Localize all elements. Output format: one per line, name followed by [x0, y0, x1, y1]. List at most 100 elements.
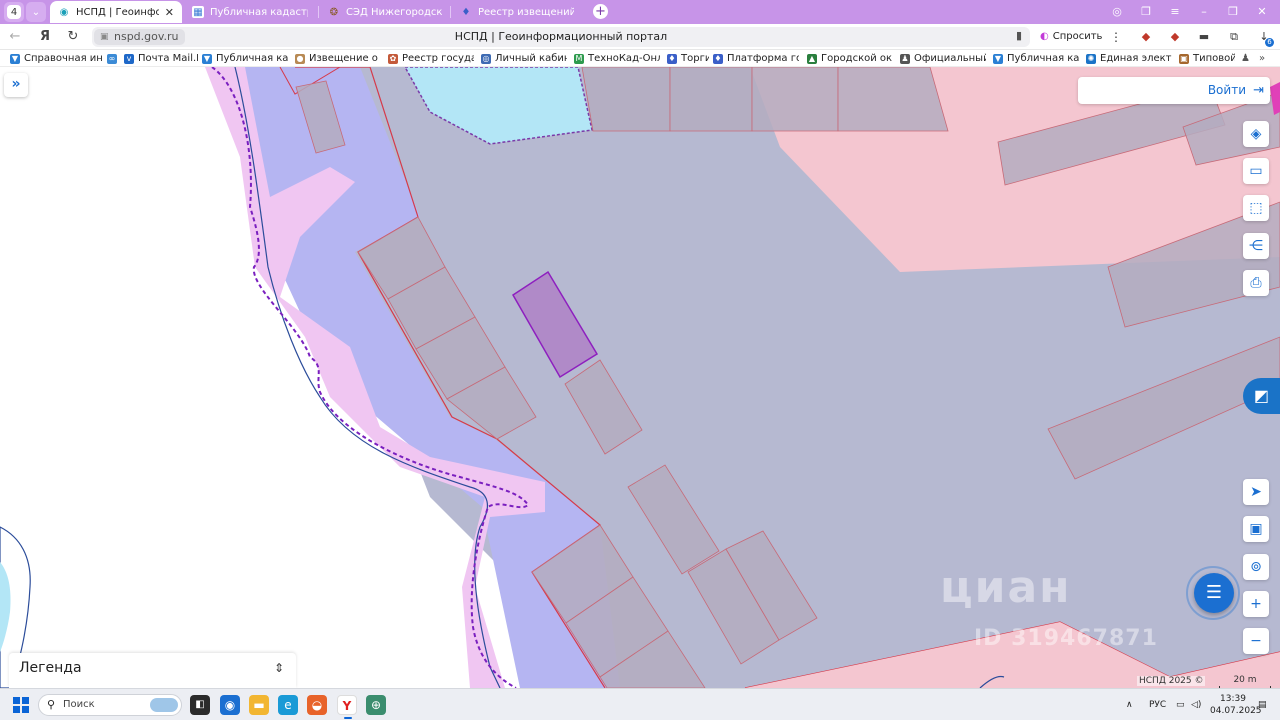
app-icon[interactable]: ◉ — [220, 695, 240, 715]
restore-icon[interactable]: ❒ — [1224, 3, 1242, 21]
gosuslugi-icon: ◩ — [1253, 386, 1270, 405]
bookmark-item[interactable]: ▼ Публичная кадас — [993, 51, 1079, 66]
expand-sidebar-button[interactable]: » — [4, 73, 28, 97]
volume-icon[interactable]: ◁) — [1191, 689, 1201, 721]
select-area-button[interactable]: ⬚ — [1243, 195, 1269, 221]
search-location-button[interactable]: ⊚ — [1243, 554, 1269, 580]
bookmark-item[interactable]: ♟ Официальный по — [900, 51, 986, 66]
show-hidden-icons[interactable]: ∧ — [1126, 689, 1133, 721]
layers-button[interactable]: ◈ — [1243, 121, 1269, 147]
geolocation-button[interactable]: ➤ — [1243, 479, 1269, 505]
typical-icon: ▣ — [1179, 53, 1189, 64]
cian-watermark: циан ID 319467871 — [940, 562, 1180, 662]
ask-button[interactable]: ◐ Спросить — [1040, 28, 1102, 46]
more-options-icon[interactable]: ⋮ — [1110, 28, 1122, 46]
more-bookmarks-icon[interactable]: » — [1259, 51, 1273, 66]
taskbar-search[interactable]: ⚲ Поиск — [38, 694, 182, 716]
bookmark-item[interactable]: ✿ Реестр государст — [388, 51, 474, 66]
zoom-in-button[interactable]: + — [1243, 591, 1269, 617]
chat-icon: ☰ — [1205, 582, 1223, 603]
bookmark-icon[interactable]: ▮ — [1016, 29, 1022, 42]
bookmark-item[interactable]: ∞ — [107, 51, 121, 66]
tab-sed-nizhny[interactable]: ❂ СЭД Нижегородская обл — [320, 1, 450, 23]
bookmark-item[interactable]: ● Извещение о про — [295, 51, 382, 66]
collections-icon[interactable]: ❐ — [1137, 3, 1155, 21]
tab-public-cadastral[interactable]: ▦ Публичная кадастровая к — [184, 1, 316, 23]
tab-separator — [318, 6, 319, 18]
chat-button[interactable]: ☰ — [1194, 573, 1234, 613]
downloads-icon[interactable]: ↓ 6 — [1256, 29, 1274, 47]
firefox-icon[interactable]: ◒ — [307, 695, 327, 715]
extension-icon[interactable]: ◆ — [1138, 29, 1154, 45]
zoom-out-button[interactable]: − — [1243, 628, 1269, 654]
bookmark-favicon-icon: ▼ — [10, 53, 20, 64]
print-button[interactable]: ⎙ — [1243, 270, 1269, 296]
legend-title: Легенда — [19, 660, 82, 676]
bookmark-item[interactable]: ♟ — [1241, 51, 1253, 66]
chevron-updown-icon[interactable]: ⇕ — [274, 653, 284, 683]
network-app-icon[interactable]: ⊕ — [366, 695, 386, 715]
new-tab-button[interactable]: + — [593, 4, 608, 19]
ruler-icon: ▭ — [1249, 163, 1263, 179]
bookmark-label: Городской округ — [821, 53, 893, 64]
ruler-button[interactable]: ▭ — [1243, 158, 1269, 184]
extension-icon[interactable]: ⧉ — [1226, 29, 1242, 45]
reload-icon[interactable]: ↻ — [64, 28, 82, 46]
bookmark-item[interactable]: ✺ Единая электрон — [1086, 51, 1172, 66]
extension-icon[interactable]: ◆ — [1167, 29, 1183, 45]
close-window-icon[interactable]: ✕ — [1253, 3, 1271, 21]
clock[interactable]: 13:39 04.07.2025 — [1210, 693, 1262, 717]
ask-icon: ◐ — [1040, 31, 1049, 42]
map-attribution: НСПД 2025 © — [1137, 676, 1206, 686]
registry-icon: ✿ — [388, 53, 398, 64]
legend-panel[interactable]: Легенда ⇕ — [9, 653, 296, 688]
tab-label: Публичная кадастровая к — [210, 6, 308, 18]
platform-icon: ♦ — [713, 53, 723, 64]
bookmark-item[interactable]: ▼ Публичная кадас — [202, 51, 288, 66]
alice-icon[interactable]: ◎ — [1108, 3, 1126, 21]
yandex-browser-icon[interactable]: Y — [337, 695, 357, 719]
menu-icon[interactable]: ≡ — [1166, 3, 1184, 21]
tab-count-button[interactable]: 4 — [4, 2, 24, 22]
minimize-icon[interactable]: – — [1195, 3, 1213, 21]
search-icon: ⚲ — [47, 698, 56, 711]
vk-icon: v — [124, 53, 134, 64]
yandex-icon[interactable]: Я — [36, 28, 54, 46]
url-field[interactable]: ▣ nspd.gov.ru НСПД | Геоинформационный п… — [92, 27, 1030, 47]
file-explorer-icon[interactable]: ▬ — [249, 695, 269, 715]
language-indicator[interactable]: РУС — [1149, 689, 1166, 721]
tab-notices-registry[interactable]: ♦ Реестр извещений — [452, 1, 582, 23]
bookmark-item[interactable]: ◎ Личный кабинет — [481, 51, 567, 66]
close-tab-icon[interactable]: ✕ — [165, 6, 174, 19]
rosreestr-icon: ▼ — [993, 53, 1003, 64]
notifications-icon[interactable]: ▤ — [1258, 689, 1267, 721]
back-icon[interactable]: ← — [6, 28, 24, 46]
bookmark-item[interactable]: v Почта Mail.Ru — [124, 51, 198, 66]
network-icon[interactable]: ▭ — [1176, 689, 1185, 721]
bookmark-item[interactable]: ♦ Платформа госуд — [713, 51, 799, 66]
tabs-dropdown-icon[interactable]: ⌄ — [26, 2, 46, 22]
login-panel[interactable]: Войти ⇥ — [1078, 77, 1270, 104]
tab-nspd[interactable]: ◉ НСПД | Геоинформаци ✕ — [50, 1, 182, 23]
gosuslugi-widget-button[interactable]: ◩ — [1243, 378, 1280, 414]
map-viewport[interactable]: циан ID 319467871 » Войти ⇥ ◈ ▭ ⬚ ⋲ ⎙ ◩ … — [0, 67, 1280, 688]
edge-icon[interactable]: e — [278, 695, 298, 715]
bookmark-label: Платформа госуд — [727, 53, 799, 64]
clock-time: 13:39 — [1220, 694, 1246, 704]
bookmark-item[interactable]: ▲ Городской округ — [807, 51, 893, 66]
windows-start-icon[interactable] — [13, 697, 29, 713]
tab-label: СЭД Нижегородская обл — [346, 6, 442, 18]
parcel — [751, 67, 839, 132]
navigation-arrow-icon: ➤ — [1250, 484, 1262, 500]
bookmark-item[interactable]: ▣ Типовой — [1179, 51, 1235, 66]
task-view-icon[interactable]: ◧ — [190, 695, 210, 715]
watermark-id: ID 319467871 — [974, 626, 1158, 651]
parcel — [669, 67, 753, 132]
extension-icon[interactable]: ▬ — [1196, 29, 1212, 45]
minimap-button[interactable]: ▣ — [1243, 516, 1269, 542]
bookmark-label: Торги — [681, 53, 709, 64]
bookmark-item[interactable]: ▼ Справочная инфо — [10, 51, 102, 66]
bookmark-item[interactable]: ♦ Торги — [667, 51, 709, 66]
bookmark-item[interactable]: M ТехноКад-Онлайн — [574, 51, 660, 66]
share-button[interactable]: ⋲ — [1243, 233, 1269, 259]
